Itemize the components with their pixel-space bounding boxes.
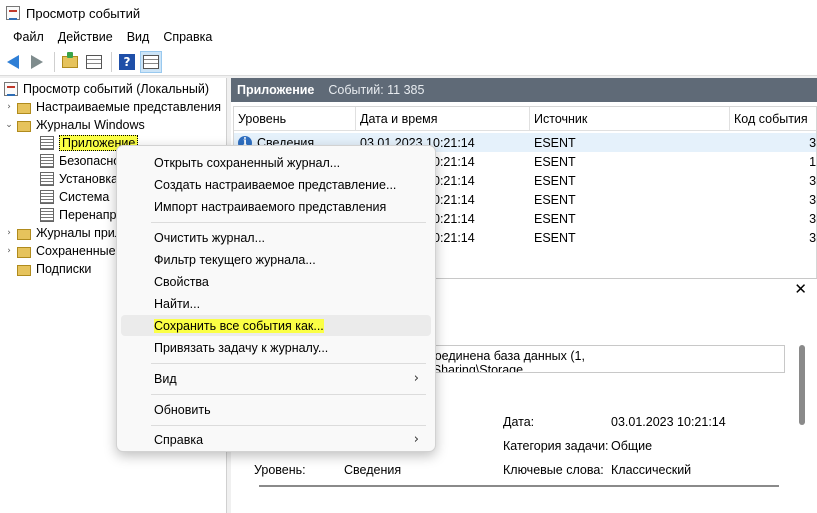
log-icon: [40, 154, 54, 168]
menu-item-view[interactable]: Вид ›: [121, 368, 431, 389]
menu-item-clear-log[interactable]: Очистить журнал...: [121, 227, 431, 248]
level-value: Сведения: [344, 463, 402, 477]
folder-icon: [17, 102, 31, 114]
date-value: 03.01.2023 10:21:14: [611, 415, 726, 429]
log-icon: [40, 136, 54, 150]
menu-item-filter-log[interactable]: Фильтр текущего журнала...: [121, 249, 431, 270]
folder-icon: [17, 246, 31, 258]
menu-separator: [151, 363, 426, 364]
open-folder-button[interactable]: [59, 51, 81, 73]
context-menu: Открыть сохраненный журнал... Создать на…: [116, 145, 436, 452]
column-code[interactable]: Код события: [730, 107, 816, 131]
menu-item-save-all-events[interactable]: Сохранить все события как...: [121, 315, 431, 336]
chevron-right-icon[interactable]: ›: [4, 102, 14, 112]
title-bar: Просмотр событий: [0, 0, 817, 26]
help-icon: ?: [119, 53, 135, 70]
tree-windows-logs[interactable]: ⌄ Журналы Windows: [4, 116, 145, 134]
menu-item-create-custom-view[interactable]: Создать настраиваемое представление...: [121, 174, 431, 195]
panel-header: Приложение Событий: 11 385: [231, 78, 817, 102]
console-tree-icon: [86, 54, 102, 69]
date-label: Дата:: [503, 415, 535, 429]
menu-item-open-saved-log[interactable]: Открыть сохраненный журнал...: [121, 152, 431, 173]
folder-icon: [17, 228, 31, 240]
table-header: Уровень Дата и время Источник Код событи…: [234, 107, 816, 131]
keywords-label: Ключевые слова:: [503, 463, 604, 477]
tree-subscriptions[interactable]: Подписки: [17, 260, 91, 278]
menu-item-help[interactable]: Справка ›: [121, 429, 431, 450]
menu-separator: [151, 222, 426, 223]
action-pane-button[interactable]: [140, 50, 162, 73]
forward-button[interactable]: [26, 51, 48, 73]
tree-system[interactable]: Система: [40, 188, 109, 206]
menu-bar: Файл Действие Вид Справка: [0, 26, 817, 48]
back-arrow-icon: [7, 54, 19, 69]
help-button[interactable]: ?: [116, 51, 138, 73]
toolbar-separator: [111, 51, 112, 72]
menu-view[interactable]: Вид: [120, 30, 157, 44]
toolbar: ?: [0, 48, 817, 76]
folder-icon: [17, 264, 31, 276]
level-label: Уровень:: [254, 463, 306, 477]
menu-action[interactable]: Действие: [51, 30, 120, 44]
event-viewer-icon: [6, 6, 20, 20]
action-pane-icon: [143, 54, 159, 69]
chevron-down-icon[interactable]: ⌄: [4, 120, 14, 130]
chevron-right-icon[interactable]: ›: [4, 246, 14, 256]
panel-event-count: Событий: 11 385: [328, 83, 425, 97]
forward-arrow-icon: [31, 54, 43, 69]
column-source[interactable]: Источник: [530, 107, 730, 131]
log-icon: [40, 190, 54, 204]
chevron-right-icon[interactable]: ›: [4, 228, 14, 238]
menu-help[interactable]: Справка: [156, 30, 219, 44]
toolbar-separator: [54, 51, 55, 72]
tree-root[interactable]: Просмотр событий (Локальный): [4, 80, 209, 98]
menu-item-refresh[interactable]: Обновить: [121, 399, 431, 420]
menu-item-attach-task[interactable]: Привязать задачу к журналу...: [121, 337, 431, 358]
back-button[interactable]: [2, 51, 24, 73]
menu-separator: [151, 394, 426, 395]
window-title: Просмотр событий: [26, 5, 141, 21]
details-hscrollbar[interactable]: [259, 485, 779, 487]
keywords-value: Классический: [611, 463, 692, 477]
menu-item-find[interactable]: Найти...: [121, 293, 431, 314]
menu-file[interactable]: Файл: [6, 30, 51, 44]
menu-item-properties[interactable]: Свойства: [121, 271, 431, 292]
task-category-value: Общие: [611, 439, 653, 453]
menu-item-import-custom-view[interactable]: Импорт настраиваемого представления: [121, 196, 431, 217]
tree-custom-views[interactable]: › Настраиваемые представления: [4, 98, 221, 116]
column-level[interactable]: Уровень: [234, 107, 356, 131]
console-tree-button[interactable]: [83, 51, 105, 73]
log-icon: [40, 172, 54, 186]
tree-setup[interactable]: Установка: [40, 170, 118, 188]
panel-log-name: Приложение: [237, 83, 315, 97]
folder-up-icon: [62, 51, 78, 68]
log-icon: [40, 208, 54, 222]
task-category-label: Категория задачи:: [503, 439, 609, 453]
chevron-right-icon: ›: [413, 432, 419, 447]
event-viewer-icon: [4, 82, 18, 96]
close-icon[interactable]: ✕: [794, 280, 807, 298]
chevron-right-icon: ›: [413, 371, 419, 386]
column-date[interactable]: Дата и время: [356, 107, 530, 131]
description-scrollbar[interactable]: [799, 345, 805, 425]
folder-icon: [17, 120, 31, 132]
menu-separator: [151, 425, 426, 426]
